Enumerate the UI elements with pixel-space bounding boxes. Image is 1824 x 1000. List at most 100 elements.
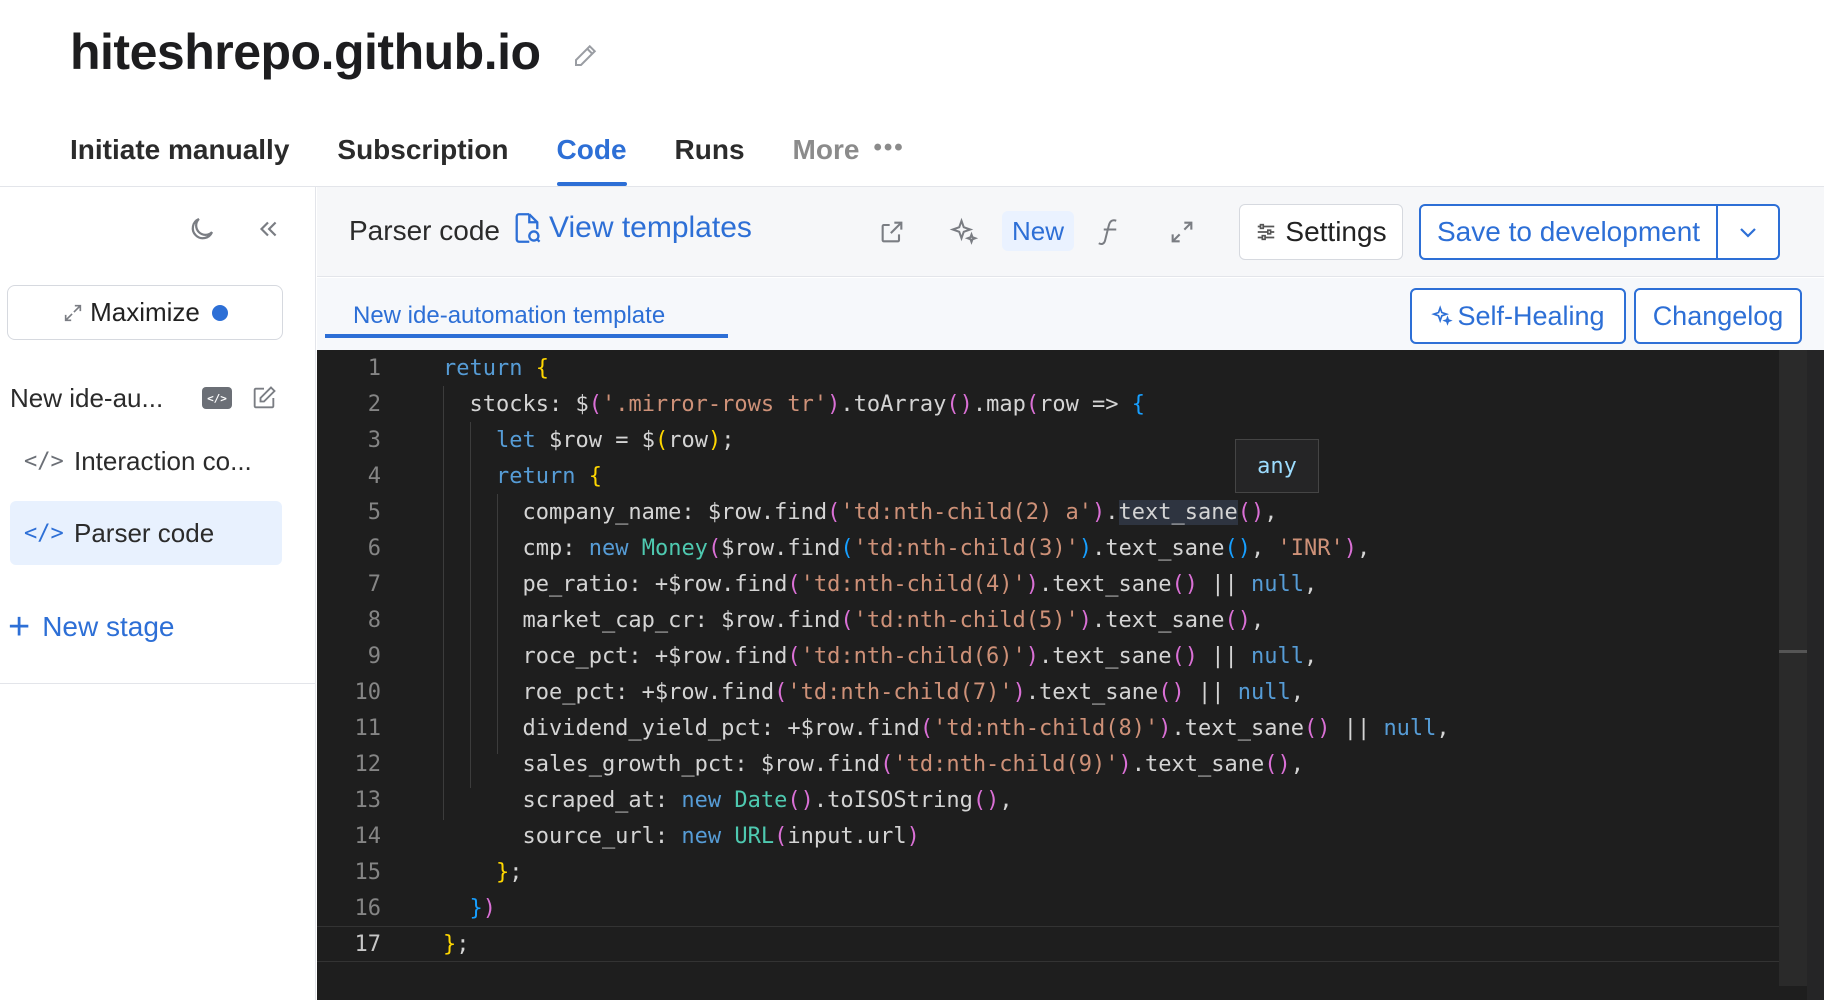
- line-number: 7: [367, 571, 381, 597]
- line-text: return {: [443, 355, 549, 381]
- save-options-dropdown[interactable]: [1718, 206, 1778, 258]
- code-line: 12 sales_growth_pct: $row.find('td:nth-c…: [317, 746, 1779, 782]
- document-icon: [515, 213, 541, 243]
- stages-sidebar: Maximize New ide-au... </> </> Interacti…: [0, 187, 316, 1000]
- type-hover-tooltip: any: [1235, 439, 1319, 493]
- ai-sparkle-icon[interactable]: [945, 213, 983, 251]
- main-tabs: Initiate manually Subscription Code Runs…: [70, 128, 953, 186]
- view-templates-label: View templates: [549, 211, 752, 244]
- editor-toolbar: Parser code View templates New Settings …: [317, 187, 1824, 277]
- code-line: 8 market_cap_cr: $row.find('td:nth-child…: [317, 602, 1779, 638]
- line-number: 12: [354, 751, 382, 777]
- status-dot: [211, 304, 228, 321]
- line-number: 2: [367, 391, 381, 417]
- line-number: 5: [367, 499, 381, 525]
- edit-title-icon[interactable]: [569, 38, 603, 72]
- code-line: 3 let $row = $(row);: [317, 422, 1779, 458]
- line-number: 4: [367, 463, 381, 489]
- code-line: 9 roce_pct: +$row.find('td:nth-child(6)'…: [317, 638, 1779, 674]
- code-line: 16 }): [317, 890, 1779, 926]
- settings-label: Settings: [1285, 216, 1387, 247]
- tab-code[interactable]: Code: [556, 128, 627, 186]
- fullscreen-icon[interactable]: [1163, 213, 1201, 251]
- code-panel: Parser code View templates New Settings …: [317, 187, 1824, 1000]
- template-row[interactable]: New ide-au... </>: [10, 373, 280, 423]
- settings-button[interactable]: Settings: [1239, 204, 1403, 260]
- line-text: scraped_at: new Date().toISOString(),: [443, 787, 1013, 813]
- save-split-button: Save to development: [1419, 204, 1781, 260]
- code-line-current: 17 };: [317, 926, 1779, 962]
- tab-initiate-manually[interactable]: Initiate manually: [70, 128, 289, 186]
- maximize-label: Maximize: [90, 297, 200, 327]
- tab-more-label: More: [792, 134, 860, 165]
- code-line: 15 };: [317, 854, 1779, 890]
- edit-template-icon[interactable]: [250, 384, 278, 412]
- open-external-icon[interactable]: [873, 213, 911, 251]
- maximize-button[interactable]: Maximize: [7, 285, 283, 340]
- code-line: 5 company_name: $row.find('td:nth-child(…: [317, 494, 1779, 530]
- editor-scrollbar[interactable]: [1807, 350, 1824, 1000]
- line-text: dividend_yield_pct: +$row.find('td:nth-c…: [443, 715, 1450, 741]
- sidebar-item-parser-code[interactable]: </> Parser code: [10, 501, 282, 565]
- line-number: 11: [354, 715, 382, 741]
- line-number: 8: [367, 607, 381, 633]
- app-title-bar: hiteshrepo.github.io: [70, 22, 603, 82]
- line-text: roe_pct: +$row.find('td:nth-child(7)').t…: [443, 679, 1304, 705]
- changelog-button[interactable]: Changelog: [1634, 288, 1802, 344]
- code-editor[interactable]: 1 return { 2 stocks: $('.mirror-rows tr'…: [317, 350, 1807, 1000]
- self-healing-label: Self-Healing: [1457, 300, 1605, 331]
- line-text: company_name: $row.find('td:nth-child(2)…: [443, 499, 1278, 525]
- new-badge[interactable]: New: [1002, 211, 1075, 251]
- line-number: 9: [367, 643, 381, 669]
- line-text: };: [495, 859, 523, 885]
- new-stage-label: New stage: [42, 611, 175, 642]
- view-templates-link[interactable]: View templates: [513, 211, 752, 245]
- template-name: New ide-au...: [10, 382, 164, 413]
- editor-minimap[interactable]: [1779, 350, 1807, 986]
- sidebar-item-interaction-code[interactable]: </> Interaction co...: [10, 429, 282, 493]
- sparkle-icon: [1431, 305, 1454, 326]
- sidebar-divider: [0, 683, 316, 684]
- tab-subscription[interactable]: Subscription: [337, 128, 508, 186]
- line-number: 1: [367, 355, 381, 381]
- code-line: 7 pe_ratio: +$row.find('td:nth-child(4)'…: [317, 566, 1779, 602]
- dark-mode-moon-icon[interactable]: [184, 211, 220, 247]
- collapse-sidebar-icon[interactable]: [250, 211, 286, 247]
- line-number: 3: [367, 427, 381, 453]
- line-text: };: [443, 931, 470, 957]
- line-number: 16: [354, 895, 382, 921]
- code-line: 6 cmp: new Money($row.find('td:nth-child…: [317, 530, 1779, 566]
- tab-runs[interactable]: Runs: [675, 128, 745, 186]
- line-text: stocks: $('.mirror-rows tr').toArray().m…: [443, 391, 1146, 417]
- line-text: cmp: new Money($row.find('td:nth-child(3…: [443, 535, 1371, 561]
- code-line: 14 source_url: new URL(input.url): [317, 818, 1779, 854]
- function-icon[interactable]: [1091, 213, 1129, 251]
- self-healing-button[interactable]: Self-Healing: [1410, 288, 1626, 344]
- tab-more[interactable]: More •••: [793, 128, 905, 186]
- page-title: hiteshrepo.github.io: [70, 24, 541, 80]
- line-number: 15: [354, 859, 382, 885]
- code-line: 10 roe_pct: +$row.find('td:nth-child(7)'…: [317, 674, 1779, 710]
- line-text: }): [469, 895, 497, 921]
- code-line: 2 stocks: $('.mirror-rows tr').toArray()…: [317, 386, 1779, 422]
- line-text: return {: [495, 463, 602, 489]
- line-number: 17: [354, 931, 382, 957]
- line-text: source_url: new URL(input.url): [443, 823, 920, 849]
- more-dots-icon: •••: [873, 134, 905, 161]
- line-text: roce_pct: +$row.find('td:nth-child(6)').…: [443, 643, 1318, 669]
- tab-file-template[interactable]: New ide-automation template: [325, 294, 728, 338]
- chevron-down-icon: [1740, 228, 1756, 238]
- line-text: let $row = $(row);: [495, 427, 735, 453]
- sidebar-item-label: Interaction co...: [74, 445, 252, 476]
- minimap-slider[interactable]: [1779, 650, 1807, 653]
- plus-icon: +: [8, 606, 31, 648]
- code-icon: </>: [24, 448, 64, 474]
- line-text: pe_ratio: +$row.find('td:nth-child(4)').…: [443, 571, 1318, 597]
- toolbar-title: Parser code: [349, 215, 500, 246]
- sidebar-tools: [184, 211, 286, 247]
- save-to-development-button[interactable]: Save to development: [1421, 206, 1719, 258]
- new-stage-button[interactable]: + New stage: [8, 606, 175, 648]
- code-line: 11 dividend_yield_pct: +$row.find('td:nt…: [317, 710, 1779, 746]
- editor-subbar: New ide-automation template Self-Healing…: [317, 278, 1824, 350]
- code-line: 1 return {: [317, 350, 1779, 386]
